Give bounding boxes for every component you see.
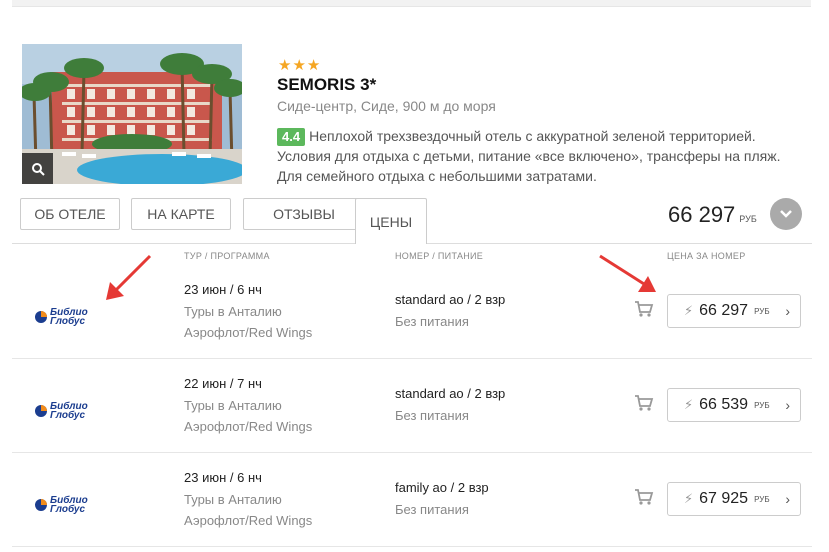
bolt-icon: ⚡ <box>684 303 694 318</box>
meal-plan: Без питания <box>395 502 469 517</box>
hotel-photo-image <box>22 44 242 184</box>
room-type: family ао / 2 взр <box>395 480 489 495</box>
col-header-room: НОМЕР / ПИТАНИЕ <box>395 251 484 261</box>
expand-button[interactable] <box>770 198 802 230</box>
hotel-description: 4.4 Неплохой трехзвездочный отель с аккур… <box>277 126 807 186</box>
chevron-down-icon <box>780 210 792 218</box>
tab-prices[interactable]: ЦЕНЫ <box>355 198 427 244</box>
tour-program: Туры в Анталию <box>184 304 282 319</box>
tour-airline: Аэрофлот/Red Wings <box>184 419 313 434</box>
operator-logo-mark <box>35 405 47 417</box>
cart-icon[interactable] <box>634 300 654 318</box>
cart-icon[interactable] <box>634 394 654 412</box>
offer-currency: РУБ <box>754 306 770 316</box>
hotel-location: Сиде-центр, Сиде, 900 м до моря <box>277 98 496 114</box>
offer-row: Библио Глобус 22 июн / 7 нч Туры в Антали… <box>12 358 812 453</box>
chevron-right-icon: › <box>785 303 790 319</box>
operator-logo-mark <box>35 499 47 511</box>
offer-row: Библио Глобус 23 июн / 6 нч Туры в Антали… <box>12 452 812 547</box>
price-button[interactable]: ⚡ 67 925 РУБ › <box>667 482 801 516</box>
col-header-price: ЦЕНА ЗА НОМЕР <box>667 251 746 261</box>
tour-dates: 23 июн / 6 нч <box>184 470 262 485</box>
operator-logo-line2: Глобус <box>50 504 86 515</box>
operator-logo: Библио Глобус <box>34 402 88 421</box>
chevron-right-icon: › <box>785 397 790 413</box>
room-type: standard ао / 2 взр <box>395 386 506 401</box>
offer-price: 66 539 <box>699 396 749 413</box>
zoom-button[interactable] <box>22 153 53 184</box>
tour-dates: 22 июн / 7 нч <box>184 376 262 391</box>
meal-plan: Без питания <box>395 408 469 423</box>
offer-currency: РУБ <box>754 494 770 504</box>
top-divider <box>12 0 811 7</box>
price-button[interactable]: ⚡ 66 539 РУБ › <box>667 388 801 422</box>
min-price-currency: РУБ <box>739 214 757 224</box>
hotel-name[interactable]: SEMORIS 3* <box>277 75 376 95</box>
price-button[interactable]: ⚡ 66 297 РУБ › <box>667 294 801 328</box>
min-price: 66 297 РУБ <box>668 202 757 228</box>
tour-dates: 23 июн / 6 нч <box>184 282 262 297</box>
cart-icon[interactable] <box>634 488 654 506</box>
tour-program: Туры в Анталию <box>184 398 282 413</box>
hotel-photo[interactable] <box>22 44 242 184</box>
offer-price: 66 297 <box>699 302 749 319</box>
annotation-arrow <box>106 254 152 300</box>
chevron-right-icon: › <box>785 491 790 507</box>
operator-logo: Библио Глобус <box>34 308 88 327</box>
tour-airline: Аэрофлот/Red Wings <box>184 513 313 528</box>
search-icon <box>31 162 45 176</box>
meal-plan: Без питания <box>395 314 469 329</box>
description-text: Неплохой трехзвездочный отель с аккуратн… <box>277 128 781 184</box>
offer-currency: РУБ <box>754 400 770 410</box>
tour-airline: Аэрофлот/Red Wings <box>184 325 313 340</box>
tab-about-hotel[interactable]: ОБ ОТЕЛЕ <box>20 198 120 230</box>
col-header-tour: ТУР / ПРОГРАММА <box>184 251 270 261</box>
tour-program: Туры в Анталию <box>184 492 282 507</box>
operator-logo: Библио Глобус <box>34 496 88 515</box>
rating-badge: 4.4 <box>277 128 306 146</box>
hotel-stars: ★★★ <box>278 57 322 74</box>
hotel-card: ★★★ SEMORIS 3* Сиде-центр, Сиде, 900 м д… <box>22 44 812 184</box>
tab-map[interactable]: НА КАРТЕ <box>131 198 231 230</box>
annotation-arrow <box>599 254 656 292</box>
bolt-icon: ⚡ <box>684 397 694 412</box>
operator-logo-mark <box>35 311 47 323</box>
operator-logo-line2: Глобус <box>50 316 86 327</box>
tab-reviews[interactable]: ОТЗЫВЫ <box>243 198 365 230</box>
room-type: standard ао / 2 взр <box>395 292 506 307</box>
operator-logo-line2: Глобус <box>50 410 86 421</box>
offer-price: 67 925 <box>699 490 749 507</box>
min-price-value: 66 297 <box>668 202 736 227</box>
bolt-icon: ⚡ <box>684 491 694 506</box>
